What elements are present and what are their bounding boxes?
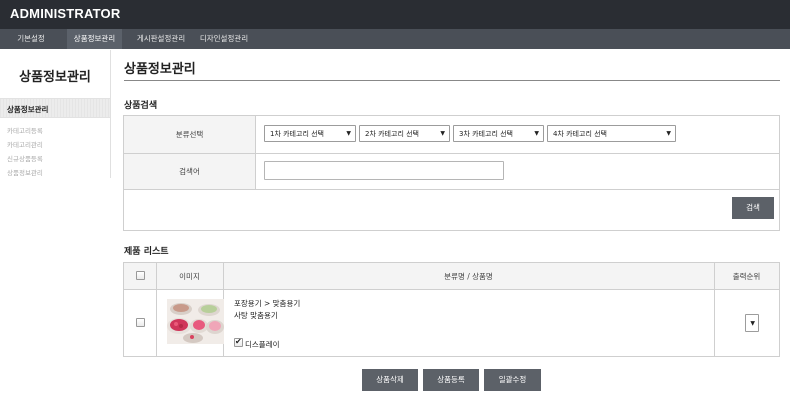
keyword-input[interactable] xyxy=(264,161,504,180)
category-select-1-value: 1차 카테고리 선택 xyxy=(270,130,324,138)
tab-product-management[interactable]: 상품정보관리 xyxy=(67,29,122,49)
sidebar-section-label: 상품정보관리 xyxy=(7,105,49,114)
app-title[interactable]: ADMINISTRATOR xyxy=(10,6,120,21)
list-heading: 제품 리스트 xyxy=(124,247,169,257)
row-checkbox[interactable] xyxy=(136,318,145,327)
sidebar-item-product-info[interactable]: 상품정보관리 xyxy=(7,167,43,177)
chevron-down-icon: ▼ xyxy=(666,130,671,137)
row-product-name: 사탕 맞춤용기 xyxy=(234,311,278,320)
product-table: 이미지 분류명 / 상품명 출력순위 포장용기 > 맞춤용기 사탕 맞춤용기 ✔… xyxy=(123,262,780,357)
category-select-3[interactable]: 3차 카테고리 선택 ▼ xyxy=(453,125,544,142)
col-order: 출력순위 xyxy=(732,272,761,281)
row-category: 포장용기 > 맞춤용기 xyxy=(234,299,301,308)
chevron-down-icon: ▼ xyxy=(534,130,539,137)
sidebar: 상품정보관리 상품정보관리 카테고리등록 카테고리관리 신규상품등록 상품정보관… xyxy=(0,50,111,178)
sidebar-section[interactable]: 상품정보관리 xyxy=(0,98,110,118)
register-product-button[interactable]: 상품등록 xyxy=(423,369,479,391)
keyword-label: 검색어 xyxy=(124,154,256,189)
category-select-2[interactable]: 2차 카테고리 선택 ▼ xyxy=(359,125,450,142)
tab-basic-settings[interactable]: 기본설정 xyxy=(8,29,54,49)
bulk-edit-button[interactable]: 일괄수정 xyxy=(484,369,541,391)
main-nav: 기본설정 상품정보관리 게시판설정관리 디자인설정관리 xyxy=(0,29,790,49)
delete-product-button[interactable]: 상품삭제 xyxy=(362,369,418,391)
category-label: 분류선택 xyxy=(124,116,256,153)
search-panel: 분류선택 검색어 1차 카테고리 선택 ▼ 2차 카테고리 선택 ▼ 3차 카테… xyxy=(123,115,780,231)
display-checkbox[interactable] xyxy=(234,337,243,347)
category-select-4-value: 4차 카테고리 선택 xyxy=(553,130,607,138)
product-thumbnail[interactable] xyxy=(167,299,224,344)
search-heading: 상품검색 xyxy=(124,101,158,111)
col-image: 이미지 xyxy=(179,272,200,281)
tab-design-settings[interactable]: 디자인설정관리 xyxy=(194,29,254,49)
order-select[interactable]: ▼ xyxy=(745,314,759,332)
chevron-down-icon: ▼ xyxy=(440,130,445,137)
sidebar-item-new-product[interactable]: 신규상품등록 xyxy=(7,153,43,163)
search-button[interactable]: 검색 xyxy=(732,197,774,219)
col-category-name: 분류명 / 상품명 xyxy=(444,272,493,281)
sidebar-item-category-manage[interactable]: 카테고리관리 xyxy=(7,139,43,149)
tab-board-settings[interactable]: 게시판설정관리 xyxy=(131,29,191,49)
display-label: 디스플레이 xyxy=(245,340,280,349)
select-all-checkbox[interactable] xyxy=(136,271,145,280)
title-divider xyxy=(124,80,780,81)
top-bar: ADMINISTRATOR xyxy=(0,0,790,29)
chevron-down-icon: ▼ xyxy=(750,320,755,327)
category-select-3-value: 3차 카테고리 선택 xyxy=(459,130,513,138)
chevron-down-icon: ▼ xyxy=(346,130,351,137)
category-select-2-value: 2차 카테고리 선택 xyxy=(365,130,419,138)
category-select-1[interactable]: 1차 카테고리 선택 ▼ xyxy=(264,125,356,142)
sidebar-item-category-register[interactable]: 카테고리등록 xyxy=(7,125,43,135)
sidebar-title: 상품정보관리 xyxy=(19,70,91,85)
category-select-4[interactable]: 4차 카테고리 선택 ▼ xyxy=(547,125,676,142)
page-title: 상품정보관리 xyxy=(124,62,196,77)
